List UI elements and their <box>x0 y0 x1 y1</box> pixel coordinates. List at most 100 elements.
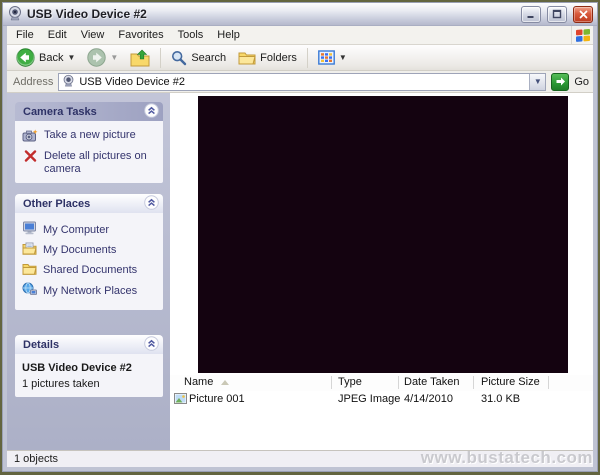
up-folder-icon <box>130 49 150 66</box>
cell-type: JPEG Image <box>338 393 401 405</box>
documents-folder-icon <box>22 242 37 259</box>
camera-tasks-panel: Camera Tasks Take a new picture Delete a… <box>15 102 163 183</box>
computer-icon <box>22 221 37 239</box>
explorer-window: USB Video Device #2 File Edit View Favor… <box>2 2 598 472</box>
sort-ascending-icon <box>221 379 230 385</box>
status-bar: 1 objects www.bustatech.com <box>7 448 593 467</box>
delete-x-icon <box>22 150 38 162</box>
details-panel: Details USB Video Device #2 1 pictures t… <box>15 335 163 397</box>
link-my-computer[interactable]: My Computer <box>22 221 159 239</box>
camera-icon <box>22 129 38 143</box>
column-separator[interactable] <box>473 376 474 389</box>
column-separator[interactable] <box>398 376 399 389</box>
maximize-button[interactable] <box>547 5 567 23</box>
toolbar-separator <box>306 47 308 68</box>
place-label[interactable]: My Network Places <box>43 285 137 298</box>
close-button[interactable] <box>573 5 593 23</box>
go-arrow-icon <box>556 77 565 86</box>
menu-favorites[interactable]: Favorites <box>111 26 170 44</box>
views-button[interactable]: ▼ <box>313 46 352 70</box>
go-button[interactable] <box>551 72 570 91</box>
address-value: USB Video Device #2 <box>79 75 185 88</box>
other-places-body: My Computer My Documents Shared Document… <box>15 213 163 310</box>
camera-tasks-header[interactable]: Camera Tasks <box>15 102 163 121</box>
link-my-documents[interactable]: My Documents <box>22 242 159 259</box>
folders-icon <box>238 52 256 65</box>
views-grid-icon <box>317 50 335 65</box>
search-button[interactable]: Search <box>166 46 231 70</box>
address-bar: Address USB Video Device #2 ▼ Go <box>7 71 593 93</box>
place-label[interactable]: Shared Documents <box>43 264 137 277</box>
window-body: File Edit View Favorites Tools Help Back… <box>7 26 593 467</box>
views-dropdown-caret[interactable]: ▼ <box>339 53 347 62</box>
status-object-count: 1 objects <box>14 453 59 465</box>
other-places-panel: Other Places My Computer My Documents Sh… <box>15 194 163 310</box>
windows-logo-icon <box>571 26 593 44</box>
up-button[interactable] <box>125 46 155 70</box>
title-bar[interactable]: USB Video Device #2 <box>3 3 597 26</box>
chevron-up-icon[interactable] <box>144 194 159 213</box>
window-title: USB Video Device #2 <box>27 7 147 21</box>
back-label: Back <box>39 51 64 64</box>
toolbar-separator <box>160 47 162 68</box>
column-header-name[interactable]: Name <box>184 376 230 388</box>
menu-edit[interactable]: Edit <box>41 26 74 44</box>
camera-tasks-body: Take a new picture Delete all pictures o… <box>15 121 163 183</box>
folders-label: Folders <box>260 51 297 64</box>
window-camera-icon <box>7 5 23 24</box>
list-column-headers: Name Type Date Taken Picture Size <box>170 375 593 391</box>
screenshot-root: USB Video Device #2 File Edit View Favor… <box>0 0 600 475</box>
task-delete-all-pictures[interactable]: Delete all pictures on camera <box>22 150 159 176</box>
back-button[interactable]: Back ▼ <box>11 46 80 70</box>
chevron-up-icon[interactable] <box>144 335 159 354</box>
minimize-button[interactable] <box>521 5 541 23</box>
camera-tasks-title: Camera Tasks <box>23 105 97 118</box>
table-row[interactable]: Picture 001 JPEG Image 4/14/2010 31.0 KB <box>170 392 593 407</box>
shared-folder-icon <box>22 262 37 279</box>
folder-view: Name Type Date Taken Picture Size Pictur… <box>170 93 593 450</box>
content-area: Camera Tasks Take a new picture Delete a… <box>7 93 593 450</box>
column-separator[interactable] <box>331 376 332 389</box>
place-label[interactable]: My Computer <box>43 224 109 237</box>
details-header[interactable]: Details <box>15 335 163 354</box>
picture-file-icon <box>174 393 187 407</box>
cell-picture-size: 31.0 KB <box>481 393 521 405</box>
cell-name[interactable]: Picture 001 <box>189 393 245 405</box>
cell-date-taken: 4/14/2010 <box>404 393 453 405</box>
task-label[interactable]: Delete all pictures on camera <box>44 150 159 176</box>
menu-help[interactable]: Help <box>210 26 247 44</box>
menu-file[interactable]: File <box>9 26 41 44</box>
search-icon <box>172 50 187 65</box>
link-my-network-places[interactable]: My Network Places <box>22 282 159 300</box>
folders-button[interactable]: Folders <box>233 46 302 70</box>
column-header-type[interactable]: Type <box>338 376 362 388</box>
task-take-new-picture[interactable]: Take a new picture <box>22 129 159 143</box>
task-label[interactable]: Take a new picture <box>44 129 136 142</box>
address-combo[interactable]: USB Video Device #2 ▼ <box>58 72 547 91</box>
back-dropdown-caret[interactable]: ▼ <box>67 53 75 62</box>
address-label: Address <box>13 75 54 88</box>
link-shared-documents[interactable]: Shared Documents <box>22 262 159 279</box>
column-header-date-taken[interactable]: Date Taken <box>404 376 459 388</box>
toolbar: Back ▼ ▼ Search Folders ▼ <box>7 45 593 71</box>
forward-dropdown-caret[interactable]: ▼ <box>110 53 118 62</box>
camera-preview <box>198 96 568 373</box>
address-dropdown-button[interactable]: ▼ <box>529 73 546 90</box>
details-title: Details <box>23 338 60 351</box>
address-camera-icon <box>62 74 75 90</box>
forward-button[interactable]: ▼ <box>82 46 123 70</box>
chevron-up-icon[interactable] <box>144 102 159 121</box>
column-separator[interactable] <box>548 376 549 389</box>
other-places-title: Other Places <box>23 197 91 210</box>
forward-arrow-icon <box>87 48 107 67</box>
place-label[interactable]: My Documents <box>43 244 116 257</box>
menu-bar: File Edit View Favorites Tools Help <box>7 26 593 45</box>
search-label: Search <box>191 51 227 64</box>
column-header-picture-size[interactable]: Picture Size <box>481 376 540 388</box>
menu-tools[interactable]: Tools <box>171 26 211 44</box>
details-device-name: USB Video Device #2 <box>22 362 132 374</box>
other-places-header[interactable]: Other Places <box>15 194 163 213</box>
go-label: Go <box>574 75 589 88</box>
menu-view[interactable]: View <box>74 26 112 44</box>
back-arrow-icon <box>16 48 35 67</box>
